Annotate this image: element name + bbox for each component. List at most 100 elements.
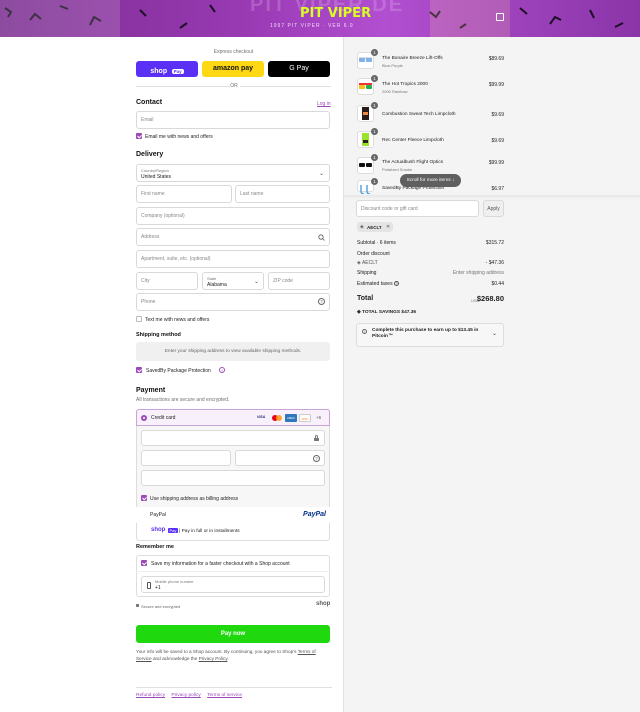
item-quantity-badge: 1 (371, 75, 378, 82)
mobile-phone-value: +1 (155, 585, 161, 591)
subtotal-value: $315.72 (485, 240, 504, 246)
shop-pay-option[interactable]: shop Pay | Pay in full or in installment… (136, 523, 330, 541)
item-name: The Bonaire Breeze Lift-Offs (382, 56, 443, 61)
scroll-shadow (344, 195, 640, 199)
legal-part2: and acknowledge the (151, 656, 199, 662)
item-quantity-badge: 1 (371, 49, 378, 56)
legal-end: . (227, 656, 229, 662)
help-icon[interactable]: ? (318, 298, 325, 305)
privacy-policy-link[interactable]: Privacy policy (171, 693, 200, 698)
paypal-logo: PayPal (303, 511, 326, 518)
more-cards-label: +6 (316, 415, 322, 420)
checkout-form: Express checkout shop Pay amazon pay G P… (0, 37, 343, 712)
payment-subtitle: All transactions are secure and encrypte… (136, 397, 230, 403)
google-pay-button[interactable]: G Pay (268, 61, 330, 77)
last-name-field[interactable]: Last name (235, 185, 330, 203)
discount-code-field[interactable]: Discount code or gift card (356, 200, 479, 217)
terms-of-service-link[interactable]: Terms of service (207, 693, 242, 698)
tag-icon: ◈ (360, 224, 364, 230)
country-select[interactable]: Country/Region United States ⌄ (136, 164, 330, 182)
refund-policy-link[interactable]: Refund policy (136, 693, 165, 698)
lock-icon (314, 435, 319, 441)
card-number-field[interactable] (141, 430, 325, 446)
sunglasses-icon (359, 57, 372, 62)
security-code-field[interactable]: ? (235, 450, 325, 466)
expiry-field[interactable] (141, 450, 231, 466)
info-icon: i (362, 329, 367, 334)
paypal-label: PayPal (150, 512, 166, 518)
address-placeholder: Address (141, 234, 160, 240)
savedby-label: SavedBy Package Protection (146, 368, 211, 374)
shipping-message: Enter your shipping address to view avai… (136, 342, 330, 361)
name-on-card-field[interactable] (141, 470, 325, 486)
taxes-label: Estimated taxes ? (357, 281, 399, 287)
item-price: $9.69 (491, 138, 504, 144)
email-placeholder: Email (141, 117, 154, 123)
city-field[interactable]: City (136, 272, 198, 290)
pitcoin-earn-box[interactable]: i Complete this purchase to earn up to $… (356, 323, 504, 347)
top-banner: PIT VIPER DE PIT VIPER 1997 PIT VIPER · … (0, 0, 640, 37)
savedby-checkbox[interactable] (136, 367, 142, 373)
info-icon[interactable]: ? (219, 367, 225, 373)
total-savings: ◈ TOTAL SAVINGS $47.36 (357, 310, 416, 315)
order-discount-code-text: AECLT (361, 260, 378, 266)
discount-placeholder: Discount code or gift card (361, 206, 418, 212)
amazon-pay-button[interactable]: amazon pay (202, 61, 264, 77)
phone-field[interactable]: Phone ? (136, 293, 330, 311)
discount-tag-code: AECLT (367, 225, 382, 230)
item-price: $6.97 (491, 186, 504, 192)
subtotal-label: Subtotal · 6 items (357, 240, 396, 246)
shop-pay-button[interactable]: shop Pay (136, 61, 198, 77)
apartment-field[interactable]: Apartment, suite, etc. (optional) (136, 250, 330, 268)
first-name-placeholder: First name (141, 191, 165, 197)
email-news-checkbox[interactable] (136, 133, 142, 139)
text-news-label: Text me with news and offers (145, 317, 210, 323)
address-field[interactable]: Address (136, 228, 330, 246)
shop-privacy-link[interactable]: Privacy Policy (199, 656, 228, 661)
item-price: $99.99 (488, 160, 504, 166)
company-field[interactable]: Company (optional) (136, 207, 330, 225)
express-checkout-label: Express checkout (213, 49, 254, 55)
mobile-phone-label: Mobile phone number (155, 579, 194, 584)
scroll-more-label: Scroll for more items (406, 178, 451, 183)
save-info-checkbox[interactable] (141, 560, 147, 566)
discount-value: - $47.36 (485, 260, 504, 266)
banner-subtext: 1997 PIT VIPER · VER 6.9 (270, 23, 354, 29)
amex-icon: AMEX (285, 414, 297, 422)
item-quantity-badge: 1 (371, 102, 378, 109)
brand-logo[interactable]: PIT VIPER (300, 6, 371, 21)
item-price: $89.69 (488, 56, 504, 62)
save-info-label: Save my information for a faster checkou… (151, 561, 290, 567)
paypal-option[interactable]: PayPal PayPal (136, 507, 330, 523)
mobile-phone-field[interactable]: Mobile phone number +1 (141, 576, 325, 593)
credit-card-label: Credit card (151, 415, 176, 421)
delivery-heading: Delivery (136, 151, 164, 158)
help-icon[interactable]: ? (313, 455, 320, 462)
state-select[interactable]: State Alabama ⌄ (202, 272, 264, 290)
secure-label: Secure and encrypted (141, 604, 181, 609)
divider-right (240, 86, 331, 87)
shop-pay-logo: shop (151, 527, 166, 533)
remove-discount-icon[interactable]: ✕ (386, 224, 390, 230)
help-icon[interactable]: ? (393, 281, 399, 286)
footer-links: Refund policy Privacy policy Terms of se… (136, 693, 242, 698)
cart-icon[interactable] (496, 13, 504, 21)
city-placeholder: City (141, 278, 150, 284)
scroll-more-pill[interactable]: Scroll for more items ↓ (400, 174, 461, 187)
remember-heading: Remember me (136, 544, 174, 550)
order-discount-label: Order discount (357, 251, 390, 257)
email-field[interactable]: Email (136, 111, 330, 129)
login-link[interactable]: Log in (317, 101, 331, 107)
radio-selected-icon (141, 415, 147, 421)
apply-button[interactable]: Apply (483, 200, 504, 217)
billing-checkbox[interactable] (141, 495, 147, 501)
credit-card-option[interactable]: Credit card VISA AMEX DISC +6 (136, 409, 330, 426)
item-quantity-badge: 1 (371, 178, 378, 185)
text-news-checkbox[interactable] (136, 316, 142, 322)
shield-icon (360, 185, 371, 195)
shop-pay-logo: shop (150, 68, 168, 75)
pay-now-button[interactable]: Pay now (136, 625, 330, 643)
first-name-field[interactable]: First name (136, 185, 232, 203)
legal-part1: Your info will be saved to a Shop accoun… (136, 649, 298, 654)
zip-field[interactable]: ZIP code (268, 272, 330, 290)
